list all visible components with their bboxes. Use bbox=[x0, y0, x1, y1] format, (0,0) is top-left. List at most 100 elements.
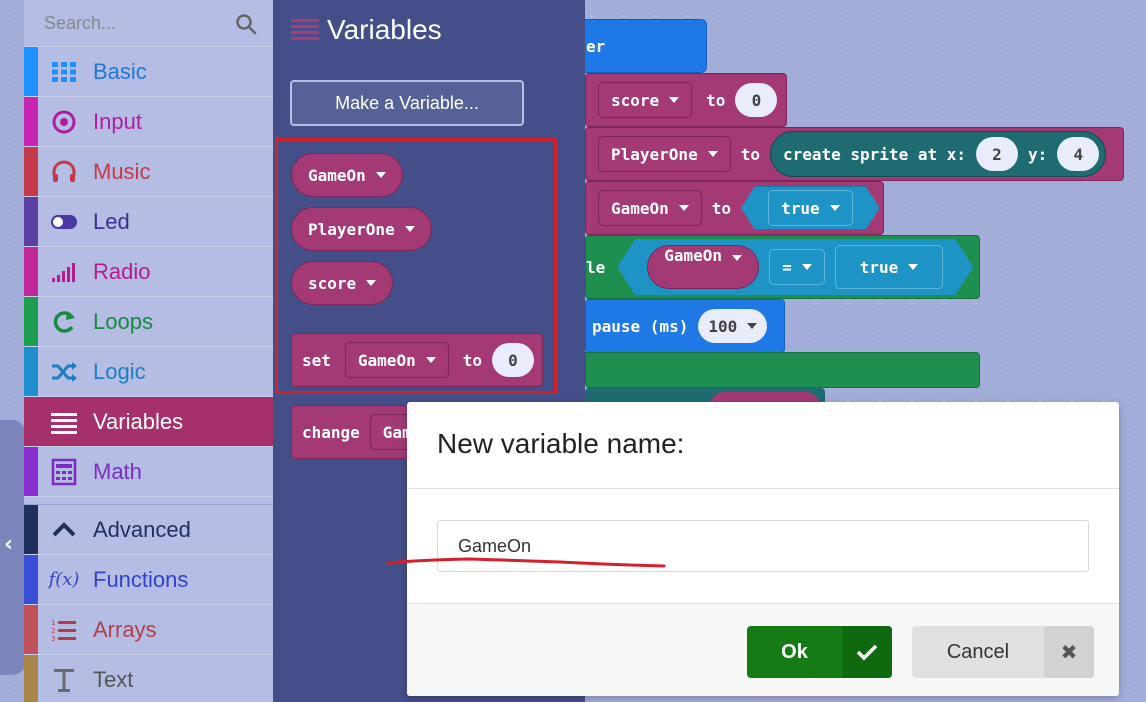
category-label: Text bbox=[93, 666, 134, 692]
category-basic[interactable]: Basic bbox=[24, 47, 273, 97]
shuffle-icon bbox=[52, 361, 77, 382]
category-led[interactable]: Led bbox=[24, 197, 273, 247]
category-text[interactable]: Text bbox=[24, 655, 273, 702]
on-start-label: er bbox=[586, 36, 606, 56]
variable-reporter-score[interactable]: score bbox=[291, 261, 394, 305]
category-label: Led bbox=[93, 208, 130, 234]
ok-button[interactable]: Ok bbox=[747, 626, 892, 678]
playerone-dropdown[interactable]: PlayerOne bbox=[598, 136, 731, 172]
signal-bars-icon bbox=[52, 262, 75, 282]
category-separator bbox=[24, 497, 273, 505]
change-variable-block[interactable]: change Gam bbox=[291, 405, 425, 459]
category-label: Music bbox=[93, 158, 151, 184]
calculator-icon bbox=[51, 458, 77, 485]
compare-block[interactable]: GameOn = true bbox=[617, 239, 973, 295]
set-playerone-block[interactable]: PlayerOne to create sprite at x: 2 y: 4 bbox=[585, 127, 1124, 181]
y-value-slot[interactable]: 4 bbox=[1057, 137, 1100, 171]
score-value-slot[interactable]: 0 bbox=[735, 83, 778, 117]
category-label: Logic bbox=[93, 358, 146, 384]
make-variable-button[interactable]: Make a Variable... bbox=[290, 80, 524, 126]
category-loops[interactable]: Loops bbox=[24, 297, 273, 347]
grid-icon bbox=[52, 61, 76, 82]
new-variable-dialog: New variable name: Ok Cancel ✖ bbox=[407, 402, 1119, 696]
category-label: Arrays bbox=[93, 616, 157, 642]
score-value: 0 bbox=[751, 90, 762, 110]
pause-value: 100 bbox=[708, 316, 738, 336]
category-radio[interactable]: Radio bbox=[24, 247, 273, 297]
true-boolean-block[interactable]: true bbox=[741, 186, 880, 230]
category-label: Math bbox=[93, 458, 142, 484]
refresh-icon bbox=[53, 310, 75, 333]
playerone-dropdown-label: PlayerOne bbox=[611, 144, 698, 164]
set-variable-dropdown-label: GameOn bbox=[357, 350, 416, 370]
gameon-reporter-label: GameOn bbox=[664, 246, 723, 265]
pause-value-slot[interactable]: 100 bbox=[698, 309, 768, 343]
category-input[interactable]: Input bbox=[24, 97, 273, 147]
score-dropdown-label: score bbox=[611, 90, 660, 110]
toggle-icon bbox=[51, 214, 77, 229]
category-logic[interactable]: Logic bbox=[24, 347, 273, 397]
create-sprite-block[interactable]: create sprite at x: 2 y: 4 bbox=[769, 131, 1107, 177]
collapse-toolbox-tab[interactable]: ‹ bbox=[0, 420, 26, 675]
set-keyword: set bbox=[302, 350, 331, 370]
operator-dropdown[interactable]: = bbox=[769, 249, 825, 285]
x-value-slot[interactable]: 2 bbox=[976, 137, 1018, 171]
to-label: to bbox=[711, 198, 732, 218]
flyout-header: Variables bbox=[291, 14, 442, 46]
set-value-slot[interactable]: 0 bbox=[491, 343, 534, 377]
set-score-block[interactable]: score to 0 bbox=[585, 73, 787, 127]
category-label: Basic bbox=[93, 58, 147, 84]
radio-target-icon bbox=[52, 110, 76, 133]
dialog-title: New variable name: bbox=[437, 428, 685, 459]
set-gameon-block[interactable]: GameOn to true bbox=[585, 181, 884, 235]
toolbox-sidebar: Basic Input Music Led bbox=[24, 0, 273, 702]
numbered-list-icon: 1 2 3 bbox=[51, 619, 76, 643]
category-arrays[interactable]: 1 2 3 Arrays bbox=[24, 605, 273, 655]
category-music[interactable]: Music bbox=[24, 147, 273, 197]
category-label: Variables bbox=[93, 408, 184, 434]
pause-block[interactable]: pause (ms) 100 bbox=[585, 299, 785, 353]
svg-text:1: 1 bbox=[51, 619, 55, 627]
true-label: true bbox=[781, 198, 820, 218]
category-variables[interactable]: Variables bbox=[24, 397, 273, 447]
variable-reporter-playerone[interactable]: PlayerOne bbox=[291, 207, 432, 251]
gameon-dropdown-label: GameOn bbox=[611, 198, 669, 218]
while-label: le bbox=[586, 257, 606, 277]
category-label: Functions bbox=[93, 566, 189, 592]
category-functions[interactable]: f(x) Functions bbox=[24, 555, 273, 605]
gameon-dropdown[interactable]: GameOn bbox=[598, 190, 702, 226]
chevron-left-icon: ‹ bbox=[4, 532, 14, 557]
variable-reporter-label: GameOn bbox=[308, 165, 366, 185]
true-compare-dropdown[interactable]: true bbox=[835, 245, 944, 289]
to-label: to bbox=[706, 90, 726, 110]
toolbox-search bbox=[24, 0, 273, 47]
pause-label: pause (ms) bbox=[592, 316, 689, 336]
search-icon[interactable] bbox=[235, 13, 257, 35]
variable-reporter-gameon[interactable]: GameOn bbox=[291, 153, 403, 197]
operator-label: = bbox=[782, 257, 792, 277]
while-block-bottom bbox=[585, 352, 980, 388]
variable-name-input[interactable] bbox=[437, 520, 1089, 572]
category-label: Loops bbox=[93, 308, 153, 334]
set-variable-dropdown[interactable]: GameOn bbox=[344, 342, 449, 378]
set-value: 0 bbox=[508, 350, 518, 370]
text-icon bbox=[54, 668, 74, 692]
checkmark-icon bbox=[842, 626, 892, 678]
true-dropdown[interactable]: true bbox=[768, 190, 853, 226]
dialog-footer: Ok Cancel ✖ bbox=[407, 603, 1119, 696]
cancel-label: Cancel bbox=[946, 640, 1010, 663]
category-math[interactable]: Math bbox=[24, 447, 273, 497]
create-sprite-label: create sprite at x: bbox=[782, 144, 966, 164]
set-variable-block[interactable]: set GameOn to 0 bbox=[291, 333, 543, 387]
close-icon: ✖ bbox=[1044, 626, 1094, 678]
headphones-icon bbox=[52, 160, 76, 182]
category-label: Advanced bbox=[93, 516, 191, 542]
while-block[interactable]: le GameOn = true bbox=[585, 235, 980, 299]
change-keyword: change bbox=[302, 422, 360, 442]
cancel-button[interactable]: Cancel ✖ bbox=[912, 626, 1094, 678]
true-compare-label: true bbox=[859, 257, 899, 277]
gameon-reporter[interactable]: GameOn bbox=[647, 245, 759, 289]
category-advanced[interactable]: Advanced bbox=[24, 505, 273, 555]
chevron-up-icon bbox=[52, 521, 76, 536]
score-dropdown[interactable]: score bbox=[598, 82, 693, 118]
